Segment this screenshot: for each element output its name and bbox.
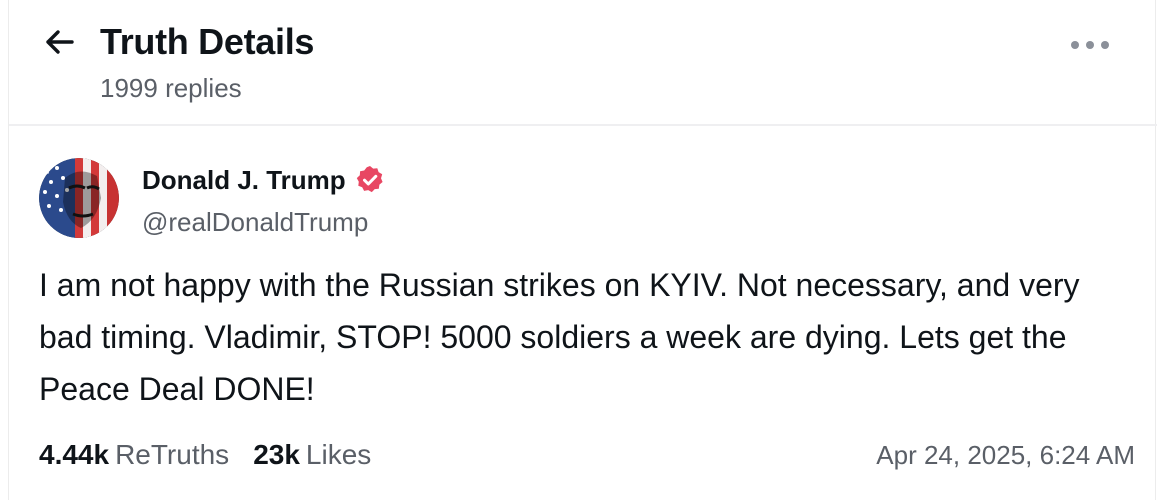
verified-badge-icon — [354, 164, 386, 196]
post-body-text: I am not happy with the Russian strikes … — [39, 267, 1080, 407]
page-title: Truth Details — [100, 21, 315, 62]
retruths-stat[interactable]: 4.44k ReTruths — [39, 438, 229, 472]
likes-count: 23k — [253, 439, 300, 470]
post: Donald J. Trump @realDonaldTrump I am no… — [9, 126, 1157, 500]
author-name[interactable]: Donald J. Trump — [142, 164, 386, 196]
avatar-image — [39, 158, 119, 238]
more-options-button[interactable] — [1065, 30, 1115, 60]
back-button[interactable] — [39, 24, 79, 60]
likes-label: Likes — [305, 439, 372, 470]
author-name-text: Donald J. Trump — [142, 165, 346, 195]
arrow-left-icon — [46, 30, 74, 54]
likes-stat[interactable]: 23k Likes — [253, 438, 371, 472]
page-frame: Truth Details 1999 replies Donald J. Tru… — [8, 0, 1157, 500]
page-header: Truth Details 1999 replies — [9, 0, 1157, 126]
reply-count: 1999 replies — [100, 73, 242, 103]
post-stats: 4.44k ReTruths 23k Likes — [39, 438, 371, 472]
post-timestamp: Apr 24, 2025, 6:24 AM — [876, 440, 1135, 470]
retruths-count: 4.44k — [39, 439, 110, 470]
author-handle[interactable]: @realDonaldTrump — [142, 207, 368, 237]
retruths-label: ReTruths — [115, 439, 230, 470]
more-horizontal-icon — [1071, 41, 1109, 49]
avatar[interactable] — [39, 158, 119, 238]
